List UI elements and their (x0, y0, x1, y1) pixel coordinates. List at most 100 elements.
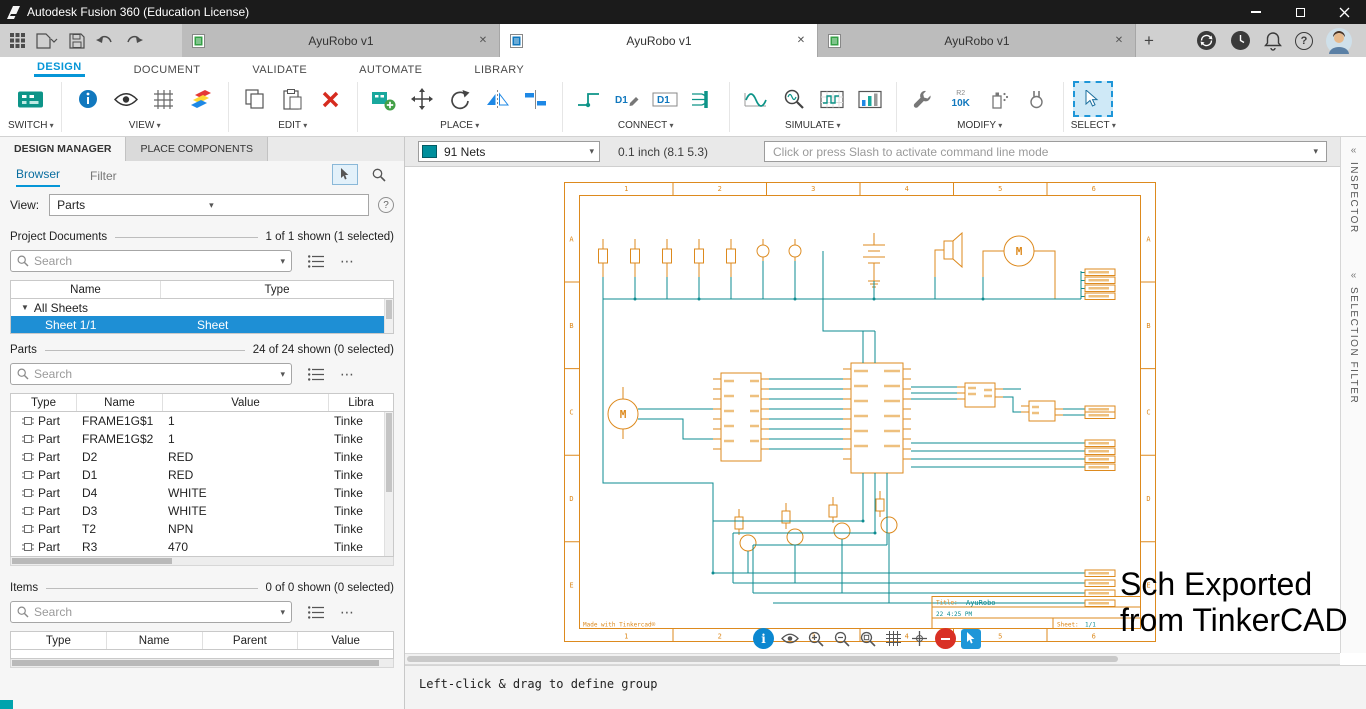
parts-table-row[interactable]: PartD3WHITETinke (11, 502, 393, 520)
column-header-value[interactable]: Value (298, 632, 393, 649)
zoom-fit-button[interactable] (857, 628, 878, 649)
info-button[interactable] (69, 81, 107, 117)
overflow-menu-icon[interactable] (340, 369, 354, 379)
selection-filter-tab[interactable]: SELECTION FILTER (1348, 270, 1359, 404)
command-line[interactable] (764, 141, 1327, 162)
origin-crosshair-button[interactable] (909, 628, 930, 649)
place-group-label[interactable]: PLACE (440, 120, 479, 131)
file-menu-icon[interactable] (36, 33, 58, 49)
items-horizontal-scrollbar[interactable] (10, 659, 394, 668)
replace-part-button[interactable] (1018, 81, 1056, 117)
maximize-button[interactable] (1278, 0, 1322, 24)
list-options-icon[interactable] (308, 368, 324, 381)
nets-dropdown[interactable]: 91 Nets (418, 141, 600, 162)
column-header-value[interactable]: Value (163, 394, 329, 411)
column-header-type[interactable]: Type (161, 281, 393, 298)
select-group-label[interactable]: SELECT (1071, 120, 1116, 131)
command-line-input[interactable] (773, 145, 1307, 159)
vertical-scrollbar[interactable] (384, 412, 393, 556)
scrollbar-thumb[interactable] (386, 413, 392, 492)
subtab-filter[interactable]: Filter (90, 169, 117, 187)
column-header-type[interactable]: Type (11, 394, 77, 411)
grid-settings-button[interactable] (145, 81, 183, 117)
schematic-canvas[interactable]: 112233445566AABBCCDDEE M M (563, 181, 1157, 643)
notification-clock-icon[interactable] (1230, 30, 1251, 51)
search-input[interactable] (34, 254, 275, 268)
parts-table-row[interactable]: PartT2NPNTinke (11, 520, 393, 538)
canvas-visibility-button[interactable] (779, 628, 800, 649)
grid-toggle-button[interactable] (883, 628, 904, 649)
tab-document[interactable]: DOCUMENT (131, 62, 204, 77)
parts-table-row[interactable]: PartD1REDTinke (11, 466, 393, 484)
tab-automate[interactable]: AUTOMATE (356, 62, 425, 77)
redo-icon[interactable] (125, 34, 143, 48)
select-mode-button[interactable] (332, 164, 358, 185)
subtab-browser[interactable]: Browser (16, 167, 60, 187)
copy-button[interactable] (236, 81, 274, 117)
paste-button[interactable] (274, 81, 312, 117)
parts-table-row[interactable]: PartD4WHITETinke (11, 484, 393, 502)
column-header-name[interactable]: Name (77, 394, 163, 411)
remove-button[interactable] (935, 628, 956, 649)
search-box[interactable] (10, 601, 292, 623)
tab-close-icon[interactable] (1113, 35, 1125, 46)
zoom-out-button[interactable] (831, 628, 852, 649)
switch-board-button[interactable] (12, 81, 50, 117)
paint-button[interactable] (980, 81, 1018, 117)
parts-table-row[interactable]: PartFRAME1G$21Tinke (11, 430, 393, 448)
tab-place-components[interactable]: PLACE COMPONENTS (126, 137, 268, 161)
chevron-down-icon[interactable] (280, 607, 285, 618)
align-button[interactable] (517, 81, 555, 117)
help-icon[interactable] (378, 197, 394, 213)
net-button[interactable] (570, 81, 608, 117)
scrollbar-thumb[interactable] (407, 656, 1118, 662)
overflow-menu-icon[interactable] (340, 256, 354, 266)
document-tab-3[interactable]: AyuRobo v1 (818, 24, 1136, 57)
view-group-label[interactable]: VIEW (129, 120, 161, 131)
notifications-bell-icon[interactable] (1264, 31, 1282, 51)
save-icon[interactable] (69, 33, 85, 49)
list-options-icon[interactable] (308, 606, 324, 619)
chevron-down-icon[interactable] (280, 369, 285, 380)
signal-meter-button[interactable] (851, 81, 889, 117)
layers-button[interactable] (183, 81, 221, 117)
user-avatar[interactable] (1326, 28, 1352, 54)
search-box[interactable] (10, 363, 292, 385)
switch-group-label[interactable]: SWITCH (8, 120, 54, 131)
tree-expand-icon[interactable] (21, 303, 29, 312)
tree-row-all-sheets[interactable]: All Sheets (11, 299, 393, 316)
select-mode-active-button[interactable] (961, 629, 981, 649)
parts-table-row[interactable]: PartFRAME1G$11Tinke (11, 412, 393, 430)
show-hide-button[interactable] (107, 81, 145, 117)
job-status-icon[interactable] (1196, 30, 1217, 51)
overflow-menu-icon[interactable] (340, 607, 354, 617)
parts-table-row[interactable]: PartR3470Tinke (11, 538, 393, 556)
oscilloscope-button[interactable] (813, 81, 851, 117)
tab-library[interactable]: LIBRARY (471, 62, 527, 77)
vertical-scrollbar[interactable] (384, 299, 393, 333)
column-header-parent[interactable]: Parent (203, 632, 299, 649)
canvas-info-button[interactable] (753, 628, 774, 649)
simulate-source-button[interactable] (737, 81, 775, 117)
scrollbar-thumb[interactable] (12, 660, 379, 666)
column-header-library[interactable]: Libra (329, 394, 393, 411)
search-box[interactable] (10, 250, 292, 272)
search-input[interactable] (34, 605, 275, 619)
change-value-button[interactable]: R2 10K (942, 81, 980, 117)
move-button[interactable] (403, 81, 441, 117)
modify-group-label[interactable]: MODIFY (957, 120, 1002, 131)
app-grid-icon[interactable] (10, 33, 25, 48)
document-tab-1[interactable]: AyuRobo v1 (182, 24, 500, 57)
tab-close-icon[interactable] (795, 35, 807, 46)
column-header-name[interactable]: Name (107, 632, 203, 649)
search-input[interactable] (34, 367, 275, 381)
bus-button[interactable] (684, 81, 722, 117)
tab-design[interactable]: DESIGN (34, 59, 85, 77)
expand-panel-icon[interactable] (1351, 270, 1357, 281)
mirror-button[interactable] (479, 81, 517, 117)
inspector-tab[interactable]: INSPECTOR (1348, 145, 1359, 234)
new-tab-button[interactable] (1136, 31, 1162, 51)
connect-group-label[interactable]: CONNECT (618, 120, 674, 131)
chevron-down-icon[interactable] (280, 256, 285, 267)
wrench-button[interactable] (904, 81, 942, 117)
